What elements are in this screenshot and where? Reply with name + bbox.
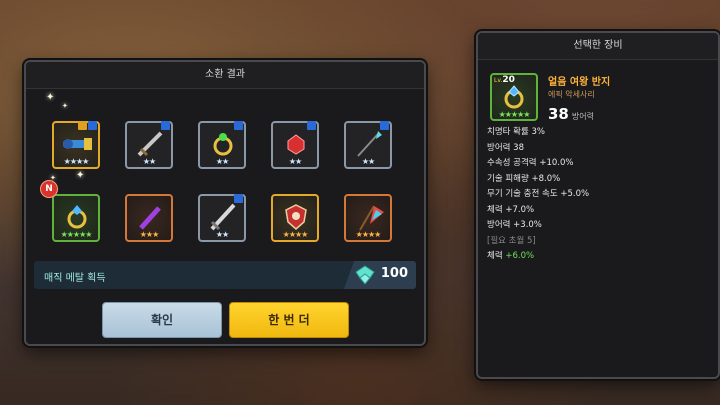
ice-ring-icon <box>504 85 524 109</box>
sparkle-icon: ✦ <box>76 170 85 181</box>
item-badge-icon <box>234 194 243 203</box>
stat-line: 체력 +7.0% <box>487 204 535 215</box>
sparkle-icon: ✦ <box>46 92 55 103</box>
item-slot[interactable]: ★★ <box>271 121 319 169</box>
item-slot[interactable]: ★★★ <box>125 194 173 242</box>
item-slot[interactable]: ★★★★★ <box>52 194 100 242</box>
item-badge-icon <box>88 121 97 130</box>
main-stat-value: 38 <box>548 105 569 123</box>
item-stars: ★★ <box>215 157 229 166</box>
summon-result-panel: 소환 결과 ✦ ✦ ✦ ✦ ★★★★ ★★ ★★ ★★ ★★ ★★★★★ ★★★ ★★ ★★★★… <box>24 60 426 346</box>
item-slot[interactable]: ★★ <box>125 121 173 169</box>
stat-line: 수속성 공격력 +10.0% <box>487 158 574 168</box>
equipment-grade: 에픽 악세사리 <box>548 90 595 99</box>
bonus-label: 체력 <box>487 251 503 261</box>
summon-title: 소환 결과 <box>26 62 424 89</box>
item-icon <box>63 138 92 150</box>
item-slot[interactable]: ★★★★ <box>271 194 319 242</box>
item-stars: ★★★★ <box>355 230 382 239</box>
item-stars: ★★★★ <box>282 230 309 239</box>
item-icon <box>359 205 384 231</box>
item-badge-icon <box>161 121 170 130</box>
item-slot[interactable]: ★★★★ <box>344 194 392 242</box>
stat-lines: 치명타 확률 3% 방어력 38 수속성 공격력 +10.0% 기술 피해량 +… <box>487 125 589 265</box>
item-icon <box>67 205 87 229</box>
item-icon <box>285 204 307 230</box>
equipment-stars: ★★★★★ <box>498 110 531 119</box>
item-badge-icon <box>307 121 316 130</box>
stat-line: 기술 피해량 +8.0% <box>487 173 561 184</box>
item-stars: ★★ <box>142 157 156 166</box>
magic-metal-icon <box>355 265 375 285</box>
magic-metal-label: 매직 메탈 획득 <box>44 273 106 284</box>
bonus-value: +6.0% <box>505 251 535 261</box>
bonus-line: 체력 +6.0% <box>487 249 589 265</box>
stat-line: 치명타 확률 3% <box>487 127 545 137</box>
summon-again-button[interactable]: 한 번 더 <box>229 302 349 338</box>
item-slot[interactable]: ★★ <box>198 194 246 242</box>
equipment-icon-frame[interactable]: Lv.20 ★★★★★ <box>490 73 538 121</box>
item-slot[interactable]: ★★ <box>344 121 392 169</box>
magic-metal-bar: 매직 메탈 획득 100 <box>34 261 416 289</box>
item-icon <box>357 131 382 157</box>
stat-line: 무기 기술 충전 속도 +5.0% <box>487 189 590 199</box>
selected-equipment-panel: 선택한 장비 Lv.20 ★★★★★ 얼음 여왕 반지 에픽 악세사리 38 방어… <box>476 31 720 379</box>
main-stat: 38 방어력 <box>548 104 594 123</box>
item-stars: ★★★ <box>139 230 160 239</box>
item-icon <box>210 203 236 231</box>
stat-line: 방어력 38 <box>487 142 524 153</box>
item-stars: ★★★★ <box>63 157 90 166</box>
item-stars: ★★★★★ <box>60 230 93 239</box>
item-badge-icon <box>234 121 243 130</box>
item-slot[interactable]: ★★★★ <box>52 121 100 169</box>
item-badge-icon <box>380 121 389 130</box>
item-icon <box>137 131 163 157</box>
stat-line: 방어력 +3.0% <box>487 220 542 230</box>
item-stars: ★★ <box>288 157 302 166</box>
magic-metal-value: 100 <box>380 266 408 281</box>
equipment-name: 얼음 여왕 반지 <box>548 77 611 88</box>
item-slot[interactable]: ★★ <box>198 121 246 169</box>
item-icon <box>213 133 233 156</box>
detail-title: 선택한 장비 <box>478 33 718 60</box>
item-icon <box>139 206 161 230</box>
main-stat-label: 방어력 <box>571 112 594 121</box>
item-stars: ★★ <box>215 230 229 239</box>
confirm-button[interactable]: 확인 <box>102 302 222 338</box>
requirement-note: [필요 초월 5] <box>487 235 536 246</box>
new-badge: N <box>40 180 58 198</box>
item-badge-icon <box>78 121 87 130</box>
item-stars: ★★ <box>361 157 375 166</box>
item-icon <box>287 134 305 155</box>
sparkle-icon: ✦ <box>62 102 68 110</box>
